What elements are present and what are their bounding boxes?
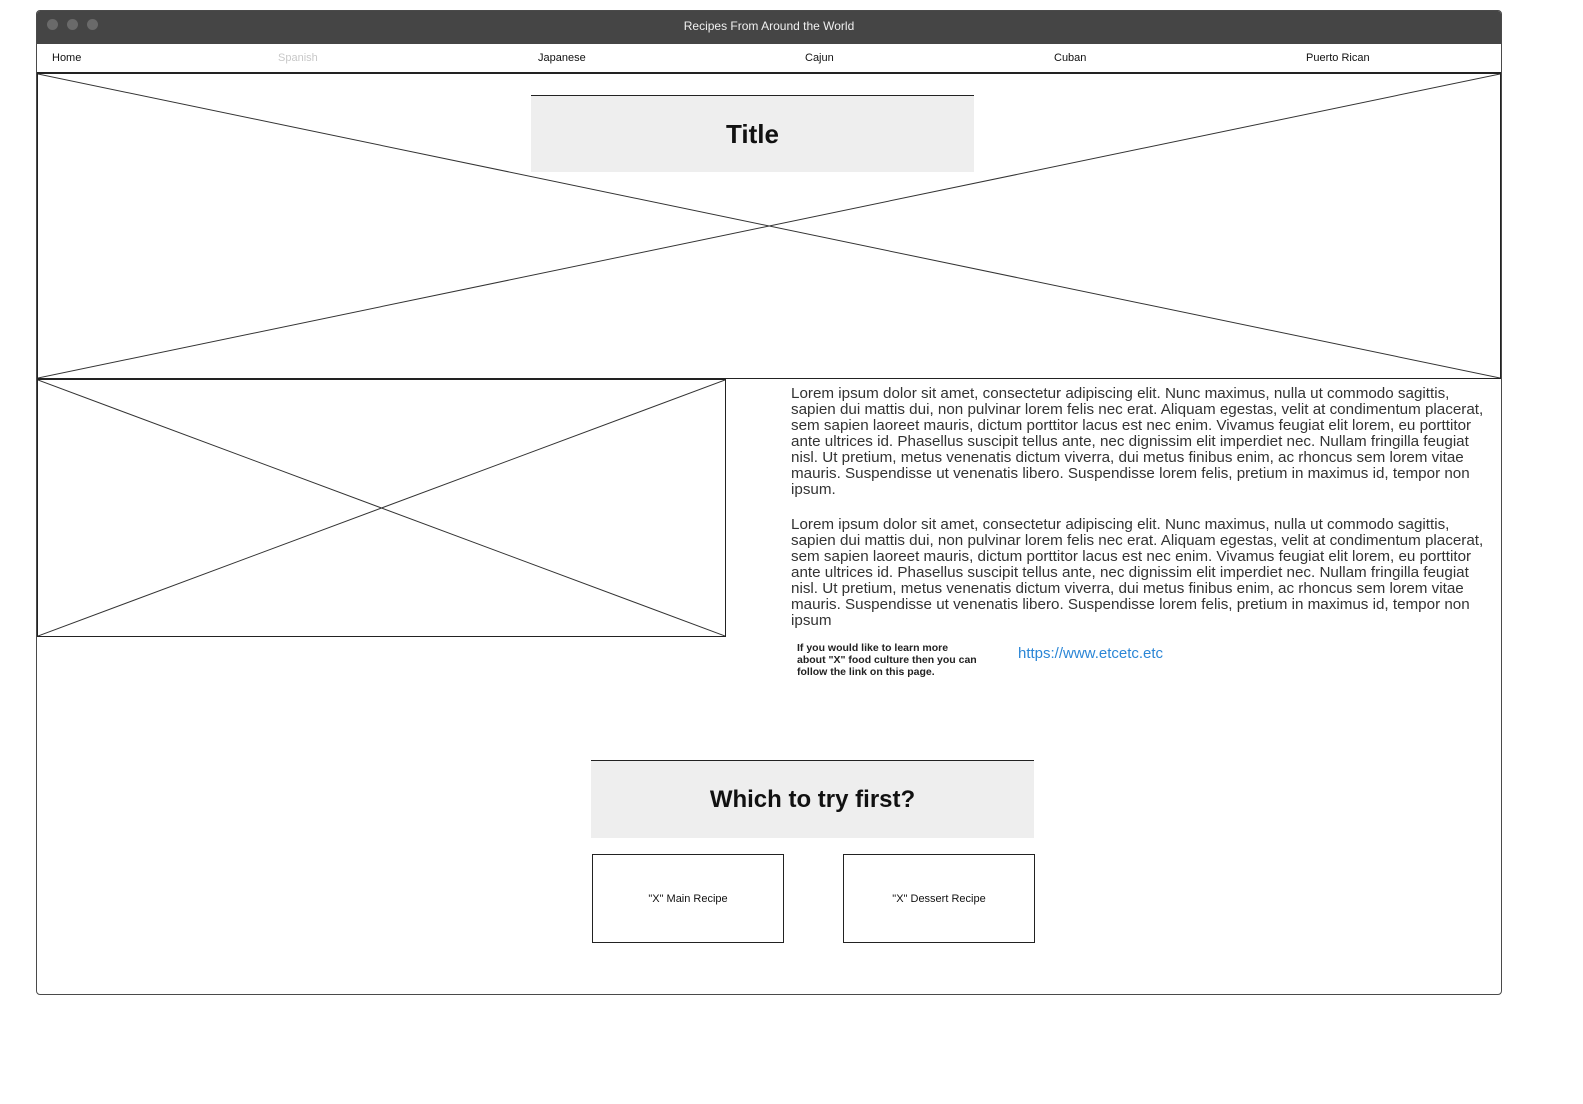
window-title: Recipes From Around the World (683, 19, 855, 33)
hero-image-placeholder: Title (37, 73, 1501, 379)
nav-item-home[interactable]: Home (52, 44, 81, 73)
nav-item-japanese[interactable]: Japanese (538, 44, 586, 73)
nav-item-puerto-rican[interactable]: Puerto Rican (1306, 44, 1370, 73)
body-paragraph-2: Lorem ipsum dolor sit amet, consectetur … (791, 516, 1484, 629)
external-link[interactable]: https://www.etcetc.etc (1018, 645, 1163, 663)
nav-item-cajun[interactable]: Cajun (805, 44, 834, 73)
top-nav: Home Spanish Japanese Cajun Cuban Puerto… (37, 44, 1501, 73)
nav-item-spanish[interactable]: Spanish (278, 44, 318, 73)
nav-item-cuban[interactable]: Cuban (1054, 44, 1086, 73)
side-image-placeholder (37, 379, 726, 637)
main-recipe-button[interactable]: "X" Main Recipe (592, 854, 784, 943)
window-titlebar: Recipes From Around the World (37, 11, 1501, 44)
browser-window: Recipes From Around the World Home Spani… (36, 10, 1502, 995)
choice-section-title: Which to try first? (591, 760, 1034, 838)
body-paragraph-1: Lorem ipsum dolor sit amet, consectetur … (791, 385, 1484, 498)
info-note: If you would like to learn more about "X… (797, 642, 977, 678)
page-title: Title (531, 95, 974, 172)
image-placeholder-icon (38, 380, 725, 636)
dessert-recipe-button[interactable]: "X" Dessert Recipe (843, 854, 1035, 943)
